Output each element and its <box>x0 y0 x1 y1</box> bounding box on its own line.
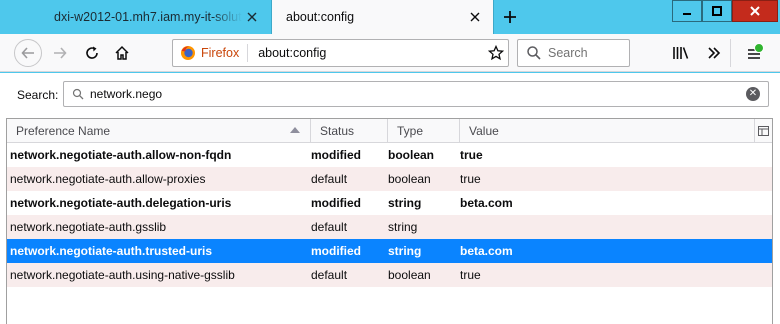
pref-name: network.negotiate-auth.allow-non-fqdn <box>10 148 232 162</box>
close-icon <box>750 6 760 16</box>
overflow-button[interactable] <box>700 39 728 67</box>
table-row[interactable]: network.negotiate-auth.using-native-gssl… <box>7 263 772 287</box>
column-label: Type <box>397 123 424 138</box>
url-text[interactable]: about:config <box>248 46 484 60</box>
pref-status: default <box>311 268 348 282</box>
pref-type: string <box>388 196 422 210</box>
toolbar-separator <box>730 39 731 67</box>
firefox-logo-icon <box>181 46 195 60</box>
reload-icon <box>86 46 98 59</box>
back-arrow-icon <box>21 47 34 59</box>
tab-remote-host[interactable]: dxi-w2012-01.mh7.iam.my-it-soluti <box>40 0 270 34</box>
pref-status: modified <box>311 148 361 162</box>
pref-name: network.negotiate-auth.allow-proxies <box>10 172 206 186</box>
new-tab-button[interactable] <box>497 4 523 30</box>
identity-label: Firefox <box>201 46 240 60</box>
reload-button[interactable] <box>78 39 106 67</box>
table-row[interactable]: network.negotiate-auth.delegation-uris m… <box>7 191 772 215</box>
table-row[interactable]: network.negotiate-auth.allow-proxies def… <box>7 167 772 191</box>
filter-row: Search: network.nego ✕ <box>0 73 780 115</box>
tab-about-config[interactable]: about:config <box>271 0 494 34</box>
pref-status: default <box>311 172 348 186</box>
search-placeholder: Search <box>548 46 588 60</box>
pref-name: network.negotiate-auth.gsslib <box>10 220 167 234</box>
url-bar[interactable]: Firefox about:config <box>172 39 509 67</box>
pref-value: true <box>460 268 481 282</box>
close-window-button[interactable] <box>732 0 778 22</box>
home-button[interactable] <box>108 39 136 67</box>
column-label: Preference Name <box>16 123 111 138</box>
table-row[interactable]: network.negotiate-auth.allow-non-fqdn mo… <box>7 143 772 167</box>
search-icon <box>72 88 84 100</box>
preferences-table: Preference Name Status Type Value networ… <box>6 118 773 324</box>
identity-box[interactable]: Firefox <box>173 44 249 62</box>
column-header-type[interactable]: Type <box>388 119 460 142</box>
column-picker-icon[interactable] <box>754 119 772 142</box>
pref-value: beta.com <box>460 196 513 210</box>
search-bar[interactable]: Search <box>517 39 630 67</box>
menu-button[interactable] <box>740 39 768 67</box>
forward-arrow-icon <box>54 47 67 59</box>
tab-title: dxi-w2012-01.mh7.iam.my-it-soluti <box>54 10 242 24</box>
table-row-selected[interactable]: network.negotiate-auth.trusted-uris modi… <box>7 239 772 263</box>
table-body: network.negotiate-auth.allow-non-fqdn mo… <box>7 143 772 287</box>
plus-icon <box>504 11 516 23</box>
double-chevron-icon <box>708 47 721 59</box>
library-icon <box>673 47 689 59</box>
filter-input[interactable]: network.nego ✕ <box>63 81 769 107</box>
home-icon <box>115 45 129 60</box>
pref-status: modified <box>311 196 361 210</box>
pref-type: string <box>388 244 422 258</box>
minimize-icon <box>683 13 691 15</box>
table-row[interactable]: network.negotiate-auth.gsslib default st… <box>7 215 772 239</box>
close-tab-icon[interactable] <box>465 7 485 27</box>
column-label: Value <box>469 123 499 138</box>
minimize-button[interactable] <box>672 0 702 22</box>
pref-value: true <box>460 172 481 186</box>
pref-status: modified <box>311 244 361 258</box>
pref-name: network.negotiate-auth.delegation-uris <box>10 196 232 210</box>
tab-strip: dxi-w2012-01.mh7.iam.my-it-soluti about:… <box>0 0 780 34</box>
pref-type: boolean <box>388 268 431 282</box>
search-icon <box>527 46 541 60</box>
column-label: Status <box>320 123 355 138</box>
bookmark-star-icon[interactable] <box>484 45 508 61</box>
maximize-icon <box>712 6 722 16</box>
maximize-button[interactable] <box>702 0 732 22</box>
pref-value: true <box>460 148 483 162</box>
filter-label: Search: <box>17 88 59 102</box>
back-button[interactable] <box>14 39 42 67</box>
pref-name: network.negotiate-auth.trusted-uris <box>10 244 213 258</box>
pref-status: default <box>311 220 348 234</box>
column-header-value[interactable]: Value <box>460 119 754 142</box>
update-badge-icon <box>754 43 764 53</box>
pref-type: string <box>388 220 418 234</box>
pref-value: beta.com <box>460 244 513 258</box>
column-header-name[interactable]: Preference Name <box>7 119 311 142</box>
pref-type: boolean <box>388 172 431 186</box>
tab-title: about:config <box>286 10 355 24</box>
forward-button[interactable] <box>46 39 74 67</box>
library-button[interactable] <box>667 39 695 67</box>
table-header: Preference Name Status Type Value <box>7 119 772 143</box>
pref-name: network.negotiate-auth.using-native-gssl… <box>10 268 235 282</box>
nav-toolbar: Firefox about:config Search <box>0 34 780 72</box>
sort-ascending-icon <box>290 127 300 133</box>
filter-value[interactable]: network.nego <box>90 87 746 101</box>
pref-type: boolean <box>388 148 435 162</box>
about-config-page: Search: network.nego ✕ Preference Name S… <box>0 73 780 324</box>
clear-filter-icon[interactable]: ✕ <box>746 87 760 101</box>
column-header-status[interactable]: Status <box>311 119 388 142</box>
close-tab-icon[interactable] <box>242 7 262 27</box>
